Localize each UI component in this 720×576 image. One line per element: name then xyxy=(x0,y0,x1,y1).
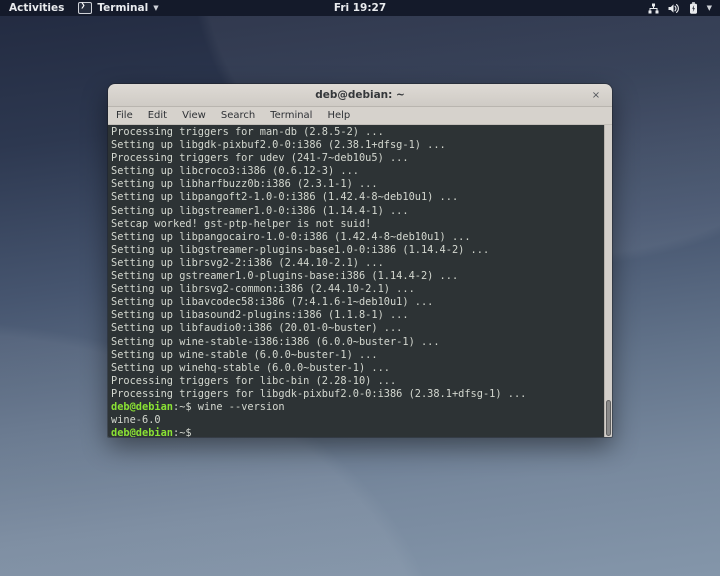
terminal-app-icon xyxy=(78,2,93,14)
gnome-top-bar: Activities Terminal ▼ Fri 19:27 ▼ xyxy=(0,0,720,16)
chevron-down-icon: ▼ xyxy=(706,4,712,12)
terminal-line: Setting up libharfbuzz0b:i386 (2.3.1-1) … xyxy=(111,178,378,191)
terminal-line: Setting up librsvg2-2:i386 (2.44.10-2.1)… xyxy=(111,256,384,269)
activities-button[interactable]: Activities xyxy=(9,2,64,14)
terminal-line: Setting up libpangocairo-1.0-0:i386 (1.4… xyxy=(111,230,471,243)
terminal-line: Processing triggers for udev (241-7~deb1… xyxy=(111,152,409,165)
terminal-line: wine-6.0 xyxy=(111,414,161,427)
close-icon[interactable]: × xyxy=(588,84,604,106)
menu-edit[interactable]: Edit xyxy=(148,110,167,121)
terminal-lines: Processing triggers for man-db (2.8.5-2)… xyxy=(108,125,604,437)
terminal-line: Setting up librsvg2-common:i386 (2.44.10… xyxy=(111,283,415,296)
volume-icon xyxy=(668,3,679,13)
terminal-line: Processing triggers for man-db (2.8.5-2)… xyxy=(111,126,384,138)
scrollbar-thumb[interactable] xyxy=(606,400,611,437)
terminal-line: Setting up libgstreamer-plugins-base1.0-… xyxy=(111,243,490,256)
terminal-line: Processing triggers for libgdk-pixbuf2.0… xyxy=(111,387,527,400)
terminal-line: Setting up wine-stable-i386:i386 (6.0.0~… xyxy=(111,335,440,348)
terminal-line: Setting up libcroco3:i386 (0.6.12-3) ... xyxy=(111,165,359,178)
terminal-line: Setting up libpangoft2-1.0-0:i386 (1.42.… xyxy=(111,191,459,204)
network-wired-icon xyxy=(648,3,659,13)
menu-file[interactable]: File xyxy=(116,110,133,121)
app-menu-caret-icon: ▼ xyxy=(153,4,159,12)
system-status-area[interactable]: ▼ xyxy=(648,2,720,14)
window-title: deb@debian: ~ xyxy=(315,89,405,101)
clock[interactable]: Fri 19:27 xyxy=(334,2,386,14)
app-menu-terminal[interactable]: Terminal ▼ xyxy=(78,2,159,14)
menu-view[interactable]: View xyxy=(182,110,206,121)
terminal-line: Setting up gstreamer1.0-plugins-base:i38… xyxy=(111,270,459,283)
terminal-window: deb@debian: ~ × File Edit View Search Te… xyxy=(108,84,612,437)
terminal-content[interactable]: Processing triggers for man-db (2.8.5-2)… xyxy=(108,125,612,437)
terminal-line: Setting up libasound2-plugins:i386 (1.1.… xyxy=(111,309,409,322)
terminal-line: deb@debian:~$ wine --version xyxy=(111,400,285,413)
terminal-line: Setting up winehq-stable (6.0.0~buster-1… xyxy=(111,361,390,374)
terminal-line: deb@debian:~$ xyxy=(111,427,192,437)
terminal-line: Setting up libgdk-pixbuf2.0-0:i386 (2.38… xyxy=(111,139,446,152)
app-menu-label: Terminal xyxy=(97,2,149,14)
terminal-line: Setting up libfaudio0:i386 (20.01-0~bust… xyxy=(111,322,403,335)
menu-terminal[interactable]: Terminal xyxy=(270,110,312,121)
battery-icon xyxy=(689,2,697,14)
terminal-line: Setting up libgstreamer1.0-0:i386 (1.14.… xyxy=(111,204,409,217)
terminal-menubar: File Edit View Search Terminal Help xyxy=(108,107,612,125)
window-titlebar[interactable]: deb@debian: ~ × xyxy=(108,84,612,107)
terminal-line: Setcap worked! gst-ptp-helper is not sui… xyxy=(111,217,372,230)
terminal-scrollbar[interactable] xyxy=(604,125,612,437)
menu-help[interactable]: Help xyxy=(327,110,350,121)
menu-search[interactable]: Search xyxy=(221,110,255,121)
terminal-line: Setting up libavcodec58:i386 (7:4.1.6-1~… xyxy=(111,296,434,309)
terminal-line: Setting up wine-stable (6.0.0~buster-1) … xyxy=(111,348,378,361)
terminal-line: Processing triggers for libc-bin (2.28-1… xyxy=(111,374,397,387)
